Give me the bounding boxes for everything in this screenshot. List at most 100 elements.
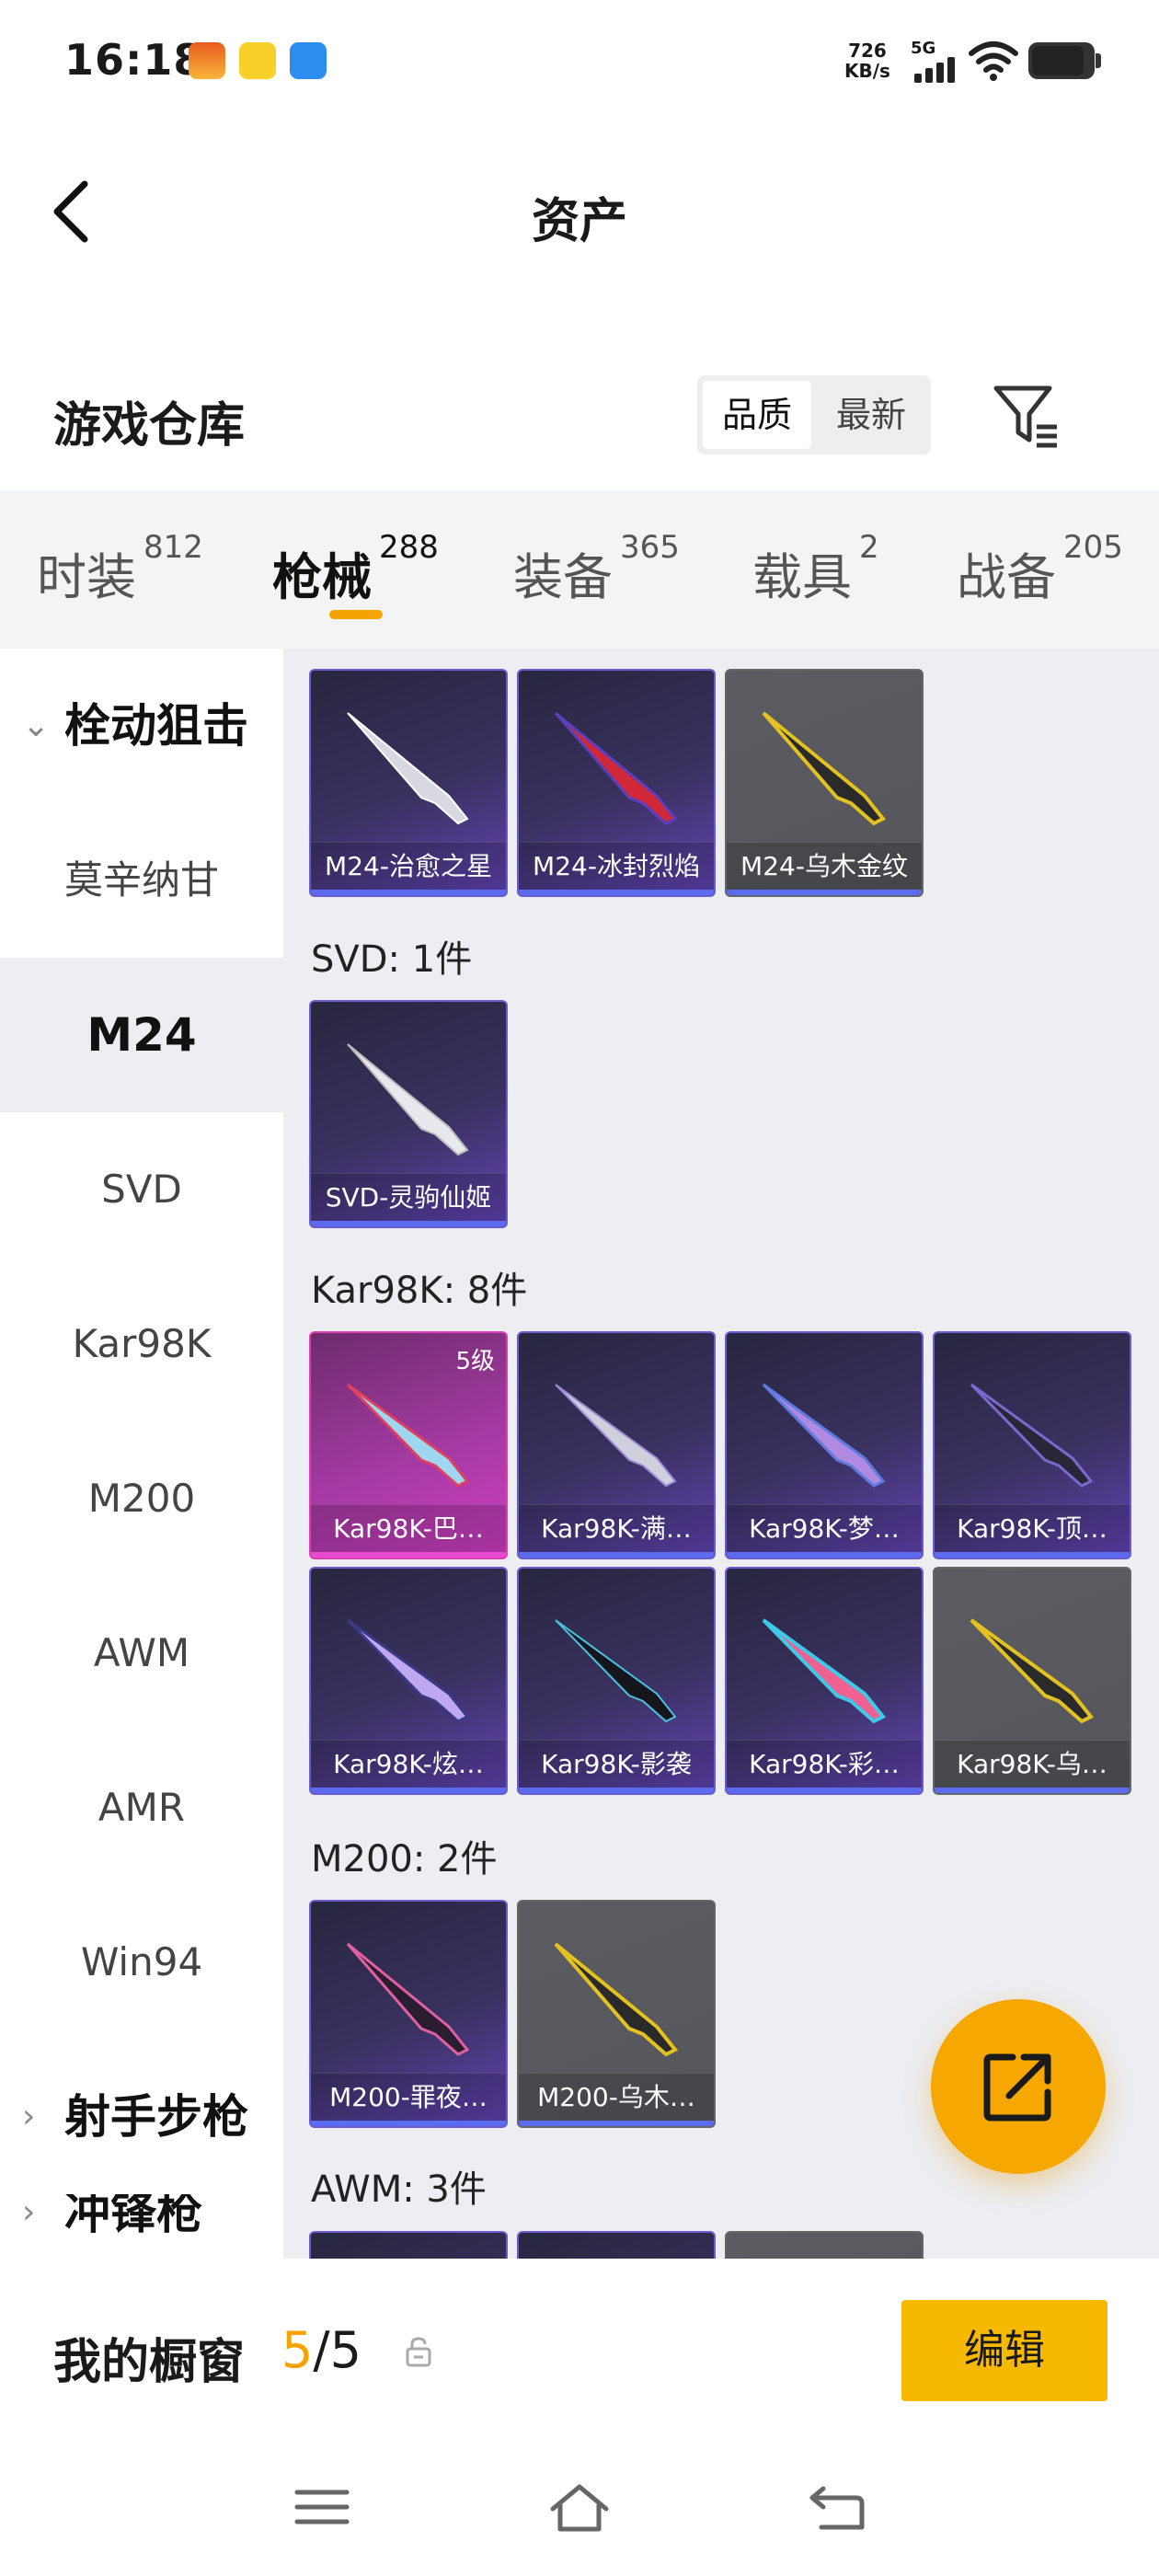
sort-toggle: 品质 最新 [697,375,931,454]
item-card[interactable]: SVD-灵驹仙姬 [309,1000,508,1228]
share-icon [983,2053,1051,2122]
item-card[interactable]: Kar98K-梦… [725,1331,924,1559]
sidebar-group-label: 栓动狙击 [64,699,248,753]
section-title-m200: M200: 2件 [311,1838,498,1880]
sort-quality-button[interactable]: 品质 [703,381,811,449]
home-icon[interactable] [547,2479,612,2535]
item-label: Kar98K-乌… [935,1740,1130,1788]
item-label: M24-冰封烈焰 [519,842,714,890]
item-card[interactable]: M24-治愈之星 [309,669,508,897]
header: 资产 [0,156,1159,267]
sidebar-item-kar98k[interactable]: Kar98K [0,1267,283,1421]
sidebar-item-m200[interactable]: M200 [0,1421,283,1576]
item-label: Kar98K-影袭 [519,1740,714,1788]
rifle-icon [555,1384,677,1488]
net-speed-unit: KB/s [844,60,890,82]
sort-latest-button[interactable]: 最新 [817,381,925,449]
item-card[interactable]: M200-罪夜… [309,1900,508,2128]
item-card[interactable]: M200-乌木… [517,1900,716,2128]
item-label: Kar98K-顶… [935,1504,1130,1552]
item-label: M24-治愈之星 [311,842,506,890]
network-type: 5G [911,39,936,58]
sidebar-item-m24[interactable]: M24 [0,958,283,1112]
section-title-awm: AWM: 3件 [311,2168,487,2211]
showcase-count: 5/5 [281,2321,361,2379]
sidebar-group-smg[interactable]: › 冲锋枪 [0,2194,283,2268]
tab-firearms[interactable]: 枪械288 [272,529,439,609]
rifle-icon [346,1942,470,2056]
tab-count: 288 [379,529,439,566]
item-card[interactable]: Kar98K-炫… [309,1567,508,1795]
sidebar-group-label: 射手步枪 [64,2090,248,2144]
rifle-icon [346,1618,470,1723]
tab-fashion[interactable]: 时装812 [37,529,203,609]
sidebar-group-bolt-sniper[interactable]: ⌄ 栓动狙击 [0,649,283,803]
back-nav-icon[interactable] [805,2479,869,2535]
tab-count: 812 [143,529,203,566]
rifle-icon [970,1618,1095,1724]
sidebar-item-mosin[interactable]: 莫辛纳甘 [0,803,283,958]
rifle-icon [970,1383,1094,1488]
item-card[interactable]: M24-乌木金纹 [725,669,924,897]
item-label: Kar98K-巴… [311,1504,506,1552]
filter-icon[interactable] [989,379,1062,453]
sidebar-item-amr[interactable]: AMR [0,1731,283,1885]
chevron-right-icon: › [22,2194,36,2231]
sidebar-item-awm[interactable]: AWM [0,1576,283,1731]
share-fab-button[interactable] [931,1999,1106,2174]
item-card[interactable] [517,2231,716,2259]
active-tab-indicator [329,610,383,619]
tab-label: 枪械 [272,548,372,606]
item-card[interactable]: Kar98K-影袭 [517,1567,716,1795]
item-card[interactable]: Kar98K-乌… [933,1567,1131,1795]
rifle-icon [762,711,887,826]
chevron-down-icon: ⌄ [22,707,51,744]
item-label: Kar98K-梦… [727,1504,922,1552]
app-notification-icon [189,42,225,79]
sidebar-group-label: 冲锋枪 [64,2194,202,2239]
net-speed: 726 KB/s [844,40,890,81]
sidebar-item-win94[interactable]: Win94 [0,1885,283,2040]
chevron-right-icon: › [22,2098,36,2135]
app-notification-icon [290,42,327,79]
battery-icon [1028,42,1101,79]
sidebar: ⌄ 栓动狙击 莫辛纳甘 M24 SVD Kar98K M200 AWM AMR … [0,649,283,2268]
item-card[interactable]: Kar98K-顶… [933,1331,1131,1559]
section-title-svd: SVD: 1件 [311,938,473,981]
item-card[interactable] [725,2231,924,2259]
tab-supplies[interactable]: 战备205 [957,529,1123,609]
sidebar-item-svd[interactable]: SVD [0,1112,283,1267]
sidebar-group-marksman[interactable]: › 射手步枪 [0,2040,283,2194]
item-label: Kar98K-彩… [727,1740,922,1788]
item-label: M200-罪夜… [311,2073,506,2121]
item-card[interactable]: 5级 Kar98K-巴… [309,1331,508,1559]
status-time: 16:18 [64,35,204,85]
tab-count: 205 [1063,529,1123,566]
wifi-icon [969,41,1018,81]
showcase-separator: / [313,2321,330,2379]
signal-icon [914,57,957,83]
menu-icon[interactable] [290,2479,354,2535]
item-card[interactable]: Kar98K-彩… [725,1567,924,1795]
tab-label: 时装 [37,548,136,606]
item-label: SVD-灵驹仙姬 [311,1173,506,1221]
rifle-icon [347,712,469,825]
section-title-kar98k: Kar98K: 8件 [311,1270,528,1312]
item-card[interactable]: Kar98K-满… [517,1331,716,1559]
tab-label: 载具 [752,548,852,606]
tab-equipment[interactable]: 装备365 [513,529,680,609]
tab-count: 365 [620,529,680,566]
warehouse-title: 游戏仓库 [53,398,246,454]
item-card[interactable] [309,2231,508,2259]
rifle-icon [554,711,678,825]
edit-button[interactable]: 编辑 [901,2300,1107,2401]
page-title: 资产 [531,194,627,249]
tab-label: 战备 [957,548,1056,606]
app-notification-icon [239,42,276,79]
rifle-icon [346,1383,470,1488]
tab-vehicles[interactable]: 载具2 [752,529,879,609]
showcase-bar: 我的橱窗 5/5 编辑 [0,2259,1159,2443]
item-card[interactable]: M24-冰封烈焰 [517,669,716,897]
rifle-icon [347,1043,469,1156]
system-nav-bar [0,2443,1159,2576]
